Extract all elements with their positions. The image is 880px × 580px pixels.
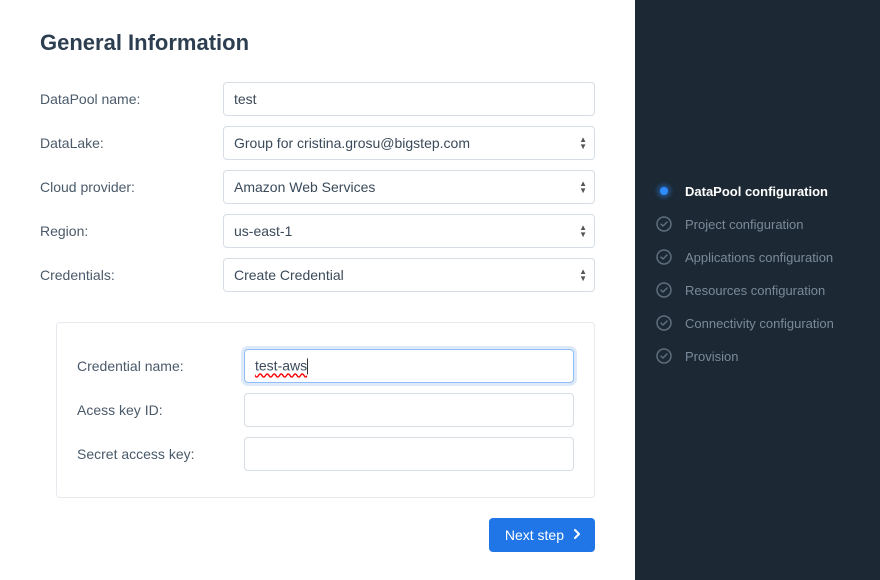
row-cloud-provider: Cloud provider: Amazon Web Services ▲▼	[40, 170, 595, 204]
step-label: DataPool configuration	[685, 184, 828, 199]
label-credential-name: Credential name:	[77, 358, 244, 374]
row-datapool-name: DataPool name:	[40, 82, 595, 116]
row-credential-name: Credential name: test-aws	[77, 349, 574, 383]
next-step-label: Next step	[505, 527, 564, 543]
step-label: Applications configuration	[685, 250, 833, 265]
check-circle-icon	[655, 347, 673, 365]
main-panel: General Information DataPool name: DataL…	[0, 0, 635, 580]
check-circle-icon	[655, 215, 673, 233]
step-applications-configuration[interactable]: Applications configuration	[655, 248, 880, 266]
label-cloud-provider: Cloud provider:	[40, 179, 223, 195]
step-datapool-configuration[interactable]: DataPool configuration	[655, 182, 880, 200]
chevron-right-icon	[574, 528, 581, 542]
label-region: Region:	[40, 223, 223, 239]
select-cloud-provider[interactable]: Amazon Web Services	[223, 170, 595, 204]
row-credentials: Credentials: Create Credential ▲▼	[40, 258, 595, 292]
input-credential-name[interactable]	[244, 349, 574, 383]
page-title: General Information	[40, 30, 595, 56]
step-provision[interactable]: Provision	[655, 347, 880, 365]
select-credentials[interactable]: Create Credential	[223, 258, 595, 292]
label-secret-access-key: Secret access key:	[77, 446, 244, 462]
row-datalake: DataLake: Group for cristina.grosu@bigst…	[40, 126, 595, 160]
step-resources-configuration[interactable]: Resources configuration	[655, 281, 880, 299]
step-project-configuration[interactable]: Project configuration	[655, 215, 880, 233]
step-label: Resources configuration	[685, 283, 825, 298]
step-label: Connectivity configuration	[685, 316, 834, 331]
next-step-button[interactable]: Next step	[489, 518, 595, 552]
steps-sidebar: DataPool configuration Project configura…	[635, 0, 880, 580]
row-region: Region: us-east-1 ▲▼	[40, 214, 595, 248]
check-circle-icon	[655, 314, 673, 332]
check-circle-icon	[655, 281, 673, 299]
input-datapool-name[interactable]	[223, 82, 595, 116]
label-datalake: DataLake:	[40, 135, 223, 151]
check-circle-icon	[655, 248, 673, 266]
label-access-key-id: Acess key ID:	[77, 402, 244, 418]
row-access-key-id: Acess key ID:	[77, 393, 574, 427]
credential-panel: Credential name: test-aws Acess key ID: …	[56, 322, 595, 498]
input-access-key-id[interactable]	[244, 393, 574, 427]
select-region[interactable]: us-east-1	[223, 214, 595, 248]
label-credentials: Credentials:	[40, 267, 223, 283]
select-datalake[interactable]: Group for cristina.grosu@bigstep.com	[223, 126, 595, 160]
step-label: Provision	[685, 349, 738, 364]
input-secret-access-key[interactable]	[244, 437, 574, 471]
row-secret-access-key: Secret access key:	[77, 437, 574, 471]
active-step-bullet-icon	[655, 182, 673, 200]
step-connectivity-configuration[interactable]: Connectivity configuration	[655, 314, 880, 332]
label-datapool-name: DataPool name:	[40, 91, 223, 107]
step-label: Project configuration	[685, 217, 804, 232]
